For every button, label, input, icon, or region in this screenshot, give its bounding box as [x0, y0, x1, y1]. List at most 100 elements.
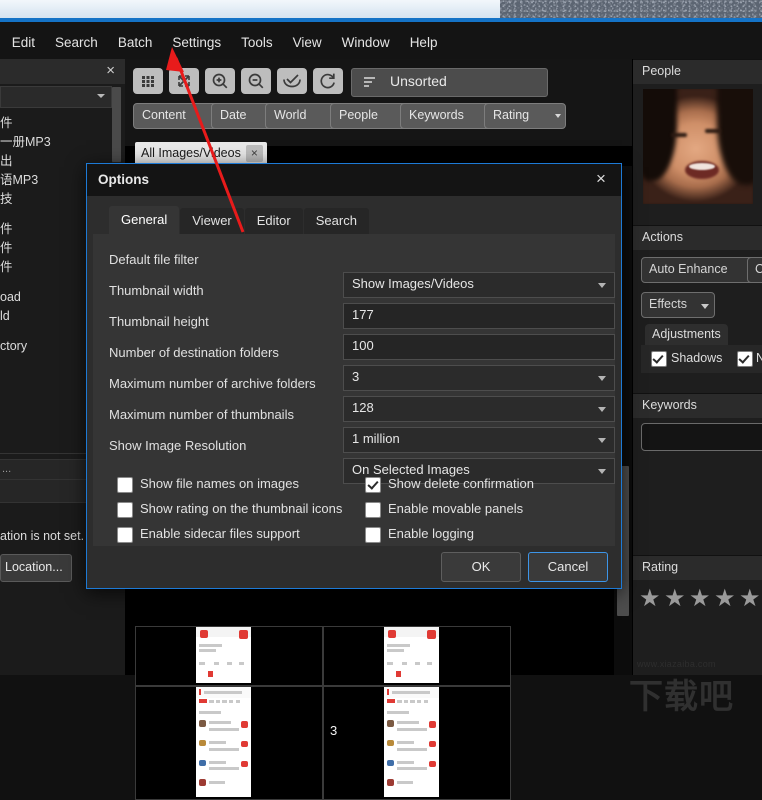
checkbox-label: Enable logging	[388, 526, 475, 541]
crop-button[interactable]: C	[747, 257, 762, 283]
checkbox-shadows-label: Shadows	[671, 351, 723, 365]
section-header-rating: Rating	[633, 555, 762, 580]
effects-button[interactable]: Effects	[641, 292, 715, 318]
checkbox-show-rating-on-the-thumbnail-icons[interactable]	[117, 502, 133, 518]
form-row: Thumbnail width 177	[109, 279, 615, 329]
menu-item-settings[interactable]: Settings	[162, 32, 231, 53]
form-row: Maximum number of archive folders 128	[109, 372, 615, 422]
chevron-down-icon	[701, 304, 709, 309]
grid-view-icon[interactable]	[133, 68, 163, 94]
section-header-keywords: Keywords	[633, 393, 762, 418]
check-icon[interactable]	[277, 68, 307, 94]
dialog-footer: OK Cancel	[87, 546, 621, 588]
form-row: Default file filter Show Images/Videos	[109, 248, 615, 298]
checkbox-enable-logging[interactable]	[365, 527, 381, 543]
menu-item-tools[interactable]: Tools	[231, 32, 283, 53]
dialog-tab-search[interactable]: Search	[303, 208, 369, 234]
effects-label: Effects	[649, 297, 687, 311]
dialog-tabs: General Viewer Editor Search	[109, 206, 370, 234]
section-title: Actions	[642, 230, 683, 244]
filter-chip-label: Rating	[493, 108, 530, 122]
thumbnail-index: 3	[330, 723, 338, 738]
close-icon[interactable]: ×	[106, 63, 115, 79]
dialog-title: Options	[98, 172, 149, 187]
checkbox-show-delete-confirmation[interactable]	[365, 477, 381, 493]
sort-icon	[364, 77, 375, 87]
filter-tab-label: All Images/Videos	[141, 146, 241, 160]
dialog-tab-general[interactable]: General	[109, 206, 180, 234]
section-title: Keywords	[642, 398, 697, 412]
checkbox-midtones[interactable]	[737, 351, 753, 367]
rating-star-5[interactable]: ★	[739, 587, 761, 611]
field-label: Thumbnail height	[109, 314, 209, 329]
thumbnail-item[interactable]	[135, 686, 323, 800]
form-row: Maximum number of thumbnails 1 million	[109, 403, 615, 453]
form-row: Thumbnail height 100	[109, 310, 615, 360]
fullscreen-icon[interactable]	[169, 68, 199, 94]
left-sidebar-combo[interactable]	[0, 86, 112, 108]
dialog-tab-editor[interactable]: Editor	[244, 208, 303, 234]
location-note: ation is not set.	[0, 529, 85, 543]
checkbox-label: Show file names on images	[140, 476, 299, 491]
section-header-people: People	[633, 59, 762, 84]
thumbnail-item[interactable]	[135, 626, 323, 686]
chevron-down-icon	[555, 114, 561, 118]
auto-enhance-button[interactable]: Auto Enhance	[641, 257, 757, 283]
form-row: Show Image Resolution On Selected Images	[109, 434, 615, 484]
rating-star-2[interactable]: ★	[664, 587, 686, 611]
checkbox-shadows[interactable]	[651, 351, 667, 367]
tab-adjustments[interactable]: Adjustments	[645, 324, 728, 345]
background-window-titlebar	[0, 0, 500, 19]
section-title: Rating	[642, 560, 679, 574]
menu-item-view[interactable]: View	[283, 32, 332, 53]
filter-chip-label: People	[339, 108, 378, 122]
checkbox-label: Show delete confirmation	[388, 476, 534, 491]
list-item[interactable]: 件	[0, 114, 112, 133]
menu-item-batch[interactable]: Batch	[108, 32, 163, 53]
menu-item-edit[interactable]: Edit	[2, 32, 45, 53]
filter-tab-all-images-videos[interactable]: All Images/Videos ×	[135, 142, 267, 164]
dialog-tab-viewer[interactable]: Viewer	[180, 208, 244, 234]
checkbox-enable-sidecar-files-support[interactable]	[117, 527, 133, 543]
thumbnail-item[interactable]: 3	[323, 686, 511, 800]
dialog-body: Default file filter Show Images/Videos Thu…	[93, 234, 615, 546]
list-item[interactable]: 一册MP3	[0, 133, 112, 152]
field-label: Show Image Resolution	[109, 438, 247, 453]
checkbox-label: Show rating on the thumbnail icons	[140, 501, 343, 516]
filter-chip-label: Keywords	[409, 108, 464, 122]
filter-chip-rating[interactable]: Rating	[484, 103, 566, 129]
menu-item-window[interactable]: Window	[332, 32, 400, 53]
sort-mode-label: Unsorted	[390, 73, 447, 89]
zoom-out-icon[interactable]	[241, 68, 271, 94]
left-sidebar-scrollbar-thumb[interactable]	[112, 87, 121, 162]
cancel-button[interactable]: Cancel	[528, 552, 608, 582]
close-icon[interactable]: ×	[245, 144, 263, 162]
field-label: Default file filter	[109, 252, 199, 267]
field-label: Maximum number of thumbnails	[109, 407, 294, 422]
zoom-in-icon[interactable]	[205, 68, 235, 94]
person-avatar[interactable]	[643, 89, 753, 204]
refresh-icon[interactable]	[313, 68, 343, 94]
close-icon[interactable]: ×	[591, 169, 611, 189]
checkbox-show-file-names-on-images[interactable]	[117, 477, 133, 493]
menu-item-help[interactable]: Help	[400, 32, 448, 53]
field-label: Thumbnail width	[109, 283, 204, 298]
right-sidebar: People Actions Auto Enhance C Effects Ad…	[629, 59, 762, 716]
sort-mode-selector[interactable]: Unsorted	[351, 68, 548, 97]
ok-button[interactable]: OK	[441, 552, 521, 582]
thumbnail-item[interactable]	[323, 626, 511, 686]
chevron-down-icon	[97, 94, 105, 98]
field-label: Maximum number of archive folders	[109, 376, 316, 391]
rating-star-4[interactable]: ★	[714, 587, 736, 611]
left-sidebar-header: ×	[0, 59, 125, 84]
keywords-input[interactable]	[641, 423, 762, 451]
avatar-eye-left	[671, 133, 687, 137]
set-location-button[interactable]: Location...	[0, 554, 72, 582]
checkbox-enable-movable-panels[interactable]	[365, 502, 381, 518]
rating-star-1[interactable]: ★	[639, 587, 661, 611]
section-title: People	[642, 64, 681, 78]
menu-item-search[interactable]: Search	[45, 32, 108, 53]
rating-star-3[interactable]: ★	[689, 587, 711, 611]
checkbox-label: Enable sidecar files support	[140, 526, 300, 541]
checkbox-midtones-label: N	[756, 351, 762, 365]
